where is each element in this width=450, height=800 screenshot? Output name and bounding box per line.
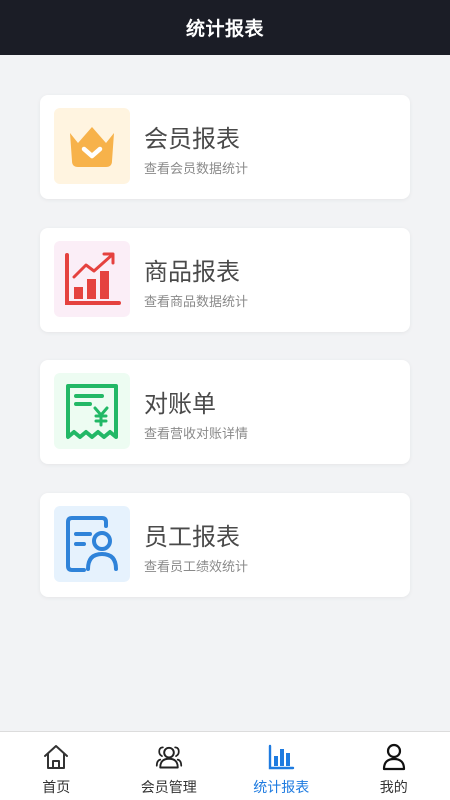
card-subtitle: 查看营收对账详情 (144, 427, 249, 442)
tab-mine[interactable]: 我的 (338, 732, 450, 800)
card-subtitle: 查看商品数据统计 (144, 295, 249, 310)
tab-members[interactable]: 会员管理 (113, 732, 226, 800)
tab-label: 统计报表 (253, 780, 310, 796)
app: 统计报表 会员报表 查看会员数据统计 商品报表 查看商品数据统计 对账单 查看营… (0, 0, 450, 800)
tab-label: 会员管理 (140, 780, 197, 796)
tab-label: 首页 (42, 780, 71, 796)
crown-icon (54, 108, 130, 184)
bar-chart-icon (267, 743, 295, 771)
home-icon (42, 743, 70, 771)
header: 统计报表 (0, 0, 450, 55)
employee-report-card[interactable]: 员工报表 查看员工绩效统计 (40, 493, 410, 597)
employee-card-icon (54, 506, 130, 582)
report-list: 会员报表 查看会员数据统计 商品报表 查看商品数据统计 对账单 查看营收对账详情… (0, 55, 450, 731)
reconciliation-card[interactable]: 对账单 查看营收对账详情 (40, 360, 410, 464)
card-title: 商品报表 (144, 258, 240, 286)
members-icon (155, 743, 183, 771)
page-title: 统计报表 (185, 18, 264, 40)
card-title: 对账单 (144, 390, 216, 418)
card-subtitle: 查看会员数据统计 (144, 162, 249, 177)
user-icon (380, 743, 408, 771)
card-title: 会员报表 (144, 125, 240, 153)
receipt-yen-icon (54, 373, 130, 449)
member-report-card[interactable]: 会员报表 查看会员数据统计 (40, 95, 410, 199)
tab-home[interactable]: 首页 (0, 732, 113, 800)
bar-chart-trend-icon (54, 241, 130, 317)
product-report-card[interactable]: 商品报表 查看商品数据统计 (40, 228, 410, 332)
tab-bar: 首页 会员管理 统计报表 我的 (0, 731, 450, 800)
card-title: 员工报表 (144, 523, 240, 551)
tab-reports[interactable]: 统计报表 (225, 732, 338, 800)
card-subtitle: 查看员工绩效统计 (144, 560, 249, 575)
tab-label: 我的 (379, 780, 408, 796)
